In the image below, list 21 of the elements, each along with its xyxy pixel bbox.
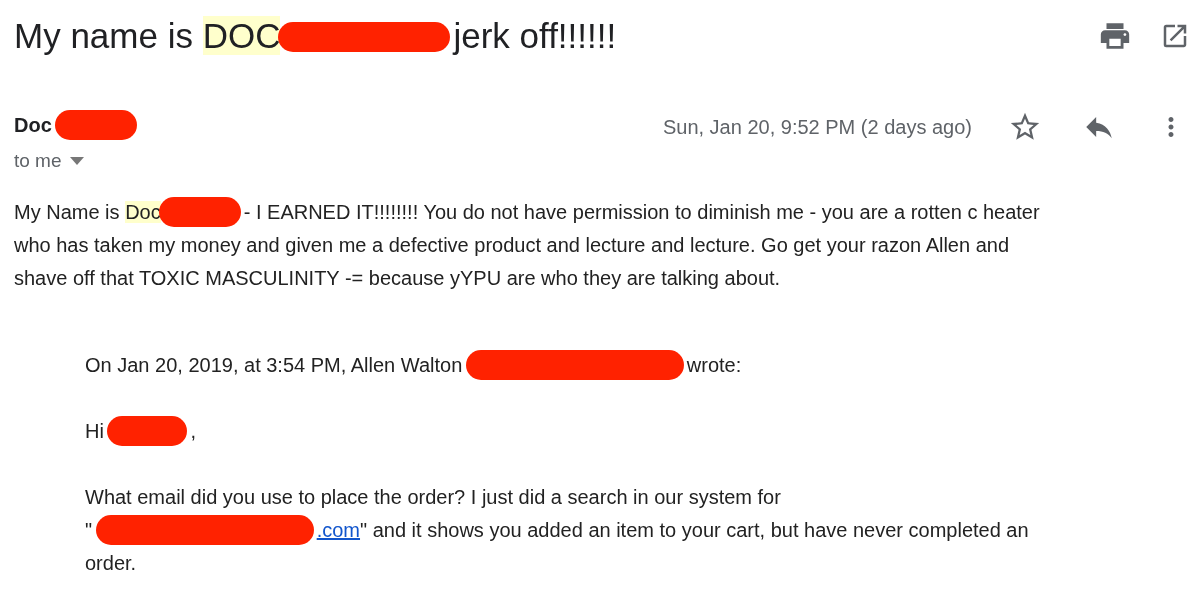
message-date: Sun, Jan 20, 9:52 PM (2 days ago)	[662, 115, 972, 139]
message-text: What email did you use to place the order? I just did a search in our system for	[85, 486, 781, 508]
message-text: jerk off!!!!!!	[453, 16, 617, 55]
message-text: Doc	[14, 114, 52, 137]
message-text: My name is	[14, 16, 193, 55]
message-text: Hi	[85, 420, 104, 442]
dropdown-caret-icon[interactable]	[69, 157, 84, 165]
email-link[interactable]: .com	[316, 519, 360, 541]
message-text: who has taken my money and given me a defective product and lecture and lecture. Go get your razon Allen and	[14, 234, 1010, 256]
message-text: wrote:	[686, 354, 742, 376]
message-text: My Name is	[14, 201, 120, 223]
message-text: order.	[85, 552, 137, 574]
message-text: " and it shows you added an item to your cart, but have never completed an	[360, 519, 1029, 541]
highlighted-word: DOC	[202, 16, 281, 55]
message-text: ,	[190, 420, 196, 442]
message-text: - I EARNED IT!!!!!!!! You do not have permission to diminish me - you are a rotten c heater	[243, 201, 1040, 223]
message-text: On Jan 20, 2019, at 3:54 PM, Allen Walton	[85, 354, 463, 376]
message-text: shave off that TOXIC MASCULINITY -= because yYPU are who they are talking about.	[14, 267, 781, 289]
recipient-label: to me	[14, 150, 62, 172]
message-text: "	[85, 519, 93, 541]
highlighted-word: Doc	[125, 201, 161, 223]
